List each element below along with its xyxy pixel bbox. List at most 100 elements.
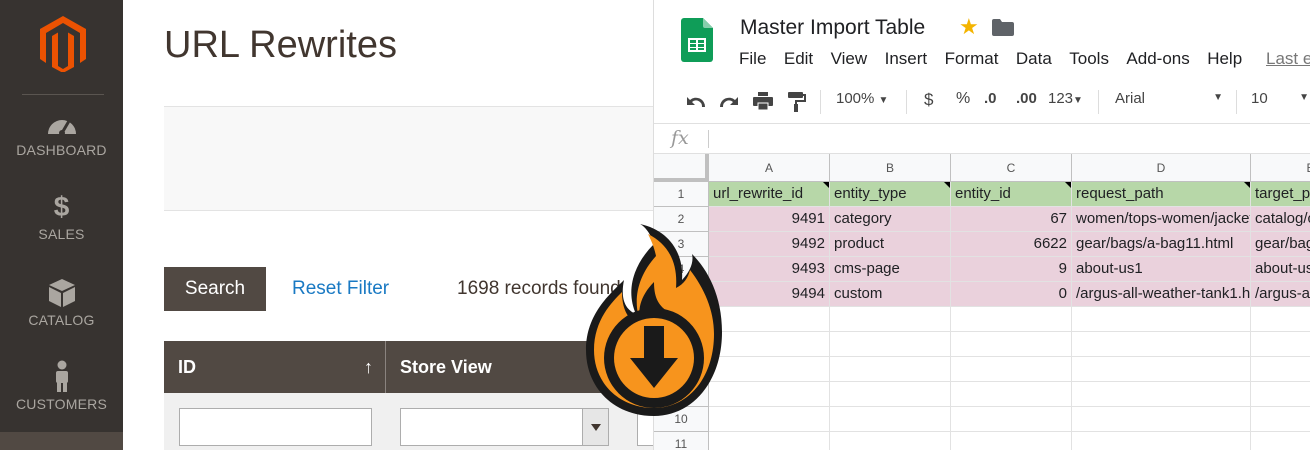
redo-icon[interactable] <box>718 93 740 109</box>
cell[interactable] <box>830 432 951 450</box>
sidebar-item-customers[interactable]: CUSTOMERS <box>0 360 123 412</box>
cell[interactable] <box>830 382 951 407</box>
menu-help[interactable]: Help <box>1207 49 1242 69</box>
cell[interactable] <box>830 332 951 357</box>
cell[interactable] <box>830 357 951 382</box>
formula-bar[interactable]: fx <box>654 124 1310 154</box>
cell[interactable]: 67 <box>951 207 1072 232</box>
sidebar-item-catalog[interactable]: CATALOG <box>0 278 123 328</box>
sidebar-item-sales[interactable]: $ SALES <box>0 191 123 243</box>
cell[interactable] <box>951 307 1072 332</box>
menu-file[interactable]: File <box>739 49 766 69</box>
cell[interactable] <box>1072 357 1251 382</box>
cell[interactable] <box>1072 432 1251 450</box>
font-select[interactable]: Arial ▼ <box>1115 90 1223 107</box>
cell-value: about-us <box>1255 260 1310 277</box>
menu-format[interactable]: Format <box>945 49 999 69</box>
cell[interactable]: catalog/category/view/id/67 <box>1251 207 1310 232</box>
currency-format-button[interactable]: $ <box>924 90 933 110</box>
zoom-select[interactable]: 100% ▼ <box>836 90 888 107</box>
cell[interactable] <box>709 432 830 450</box>
cell[interactable] <box>1072 332 1251 357</box>
cell[interactable] <box>951 357 1072 382</box>
cell[interactable]: about-us <box>1251 257 1310 282</box>
cell[interactable]: entity_type <box>830 182 951 207</box>
sheets-logo-icon[interactable] <box>681 18 713 62</box>
column-header-a[interactable]: A <box>709 154 830 182</box>
row-header-1[interactable]: 1 <box>654 182 709 207</box>
column-header-e[interactable]: E <box>1251 154 1310 182</box>
more-formats-select[interactable]: 123▼ <box>1048 90 1083 107</box>
column-header-b[interactable]: B <box>830 154 951 182</box>
cell[interactable]: about-us1 <box>1072 257 1251 282</box>
increase-decimal-button[interactable]: .00 <box>1016 90 1037 107</box>
cell[interactable] <box>951 332 1072 357</box>
row-header-11[interactable]: 11 <box>654 432 709 450</box>
cell[interactable]: gear/bags/a-bag11.html <box>1072 232 1251 257</box>
cell[interactable] <box>1072 382 1251 407</box>
cell[interactable] <box>951 407 1072 432</box>
cell[interactable] <box>1251 432 1310 450</box>
cell[interactable]: women/tops-women/jackets-women.html <box>1072 207 1251 232</box>
dollar-icon: $ <box>53 191 70 222</box>
last-edit-link[interactable]: Last edit <box>1266 49 1310 69</box>
store-view-filter-select[interactable] <box>400 408 609 446</box>
cell[interactable]: url_rewrite_id <box>709 182 830 207</box>
cell-value: product <box>834 235 885 252</box>
star-icon[interactable]: ★ <box>959 14 979 40</box>
cell[interactable] <box>1072 407 1251 432</box>
cell[interactable]: 6622 <box>951 232 1072 257</box>
cell[interactable] <box>1251 357 1310 382</box>
cell[interactable] <box>1251 332 1310 357</box>
sidebar-item-label: CUSTOMERS <box>16 396 107 412</box>
font-size-select[interactable]: 10 ▼ <box>1251 90 1309 107</box>
undo-icon[interactable] <box>685 93 707 109</box>
id-filter-input[interactable] <box>179 408 372 446</box>
cell[interactable] <box>1251 382 1310 407</box>
cell[interactable] <box>951 432 1072 450</box>
sidebar-item-next[interactable] <box>0 432 123 450</box>
cell[interactable]: target_path <box>1251 182 1310 207</box>
cell[interactable] <box>1251 307 1310 332</box>
percent-format-button[interactable]: % <box>956 90 970 108</box>
menu-add-ons[interactable]: Add-ons <box>1126 49 1189 69</box>
cell[interactable]: 0 <box>951 282 1072 307</box>
search-button[interactable]: Search <box>164 267 266 311</box>
page-title: URL Rewrites <box>164 24 397 66</box>
reset-filter-link[interactable]: Reset Filter <box>292 278 389 300</box>
cell[interactable] <box>1251 407 1310 432</box>
cell[interactable]: request_path <box>1072 182 1251 207</box>
folder-icon[interactable] <box>992 19 1014 36</box>
menu-data[interactable]: Data <box>1016 49 1052 69</box>
cell[interactable]: 9 <box>951 257 1072 282</box>
cell[interactable] <box>830 307 951 332</box>
cell[interactable]: custom <box>830 282 951 307</box>
column-header-d[interactable]: D <box>1072 154 1251 182</box>
decrease-decimal-button[interactable]: .0 <box>984 90 997 107</box>
cell[interactable] <box>951 382 1072 407</box>
magento-logo[interactable] <box>38 14 88 72</box>
cell[interactable]: entity_id <box>951 182 1072 207</box>
column-header-c[interactable]: C <box>951 154 1072 182</box>
cell[interactable] <box>1072 307 1251 332</box>
cell[interactable]: cms-page <box>830 257 951 282</box>
cell[interactable]: /argus-all-weather-tank1.html <box>1072 282 1251 307</box>
menu-tools[interactable]: Tools <box>1069 49 1109 69</box>
document-title[interactable]: Master Import Table <box>740 16 925 40</box>
cell[interactable]: category <box>830 207 951 232</box>
select-all-corner[interactable] <box>654 154 709 182</box>
paint-format-icon[interactable] <box>788 92 806 112</box>
print-icon[interactable] <box>753 92 773 110</box>
menu-insert[interactable]: Insert <box>885 49 928 69</box>
cell-value: entity_type <box>834 185 907 202</box>
cell[interactable]: product <box>830 232 951 257</box>
cell[interactable]: /argus-all-weather-tank.html <box>1251 282 1310 307</box>
google-sheets-window: Master Import Table ★ File Edit View Ins… <box>653 0 1310 450</box>
column-header-id[interactable]: ID ↑ <box>164 341 386 393</box>
menu-edit[interactable]: Edit <box>784 49 813 69</box>
cell[interactable] <box>830 407 951 432</box>
cell[interactable]: gear/bags/a-bag11.html <box>1251 232 1310 257</box>
cell-value: about-us1 <box>1076 260 1143 277</box>
menu-view[interactable]: View <box>831 49 868 69</box>
sidebar-item-dashboard[interactable]: DASHBOARD <box>0 112 123 158</box>
